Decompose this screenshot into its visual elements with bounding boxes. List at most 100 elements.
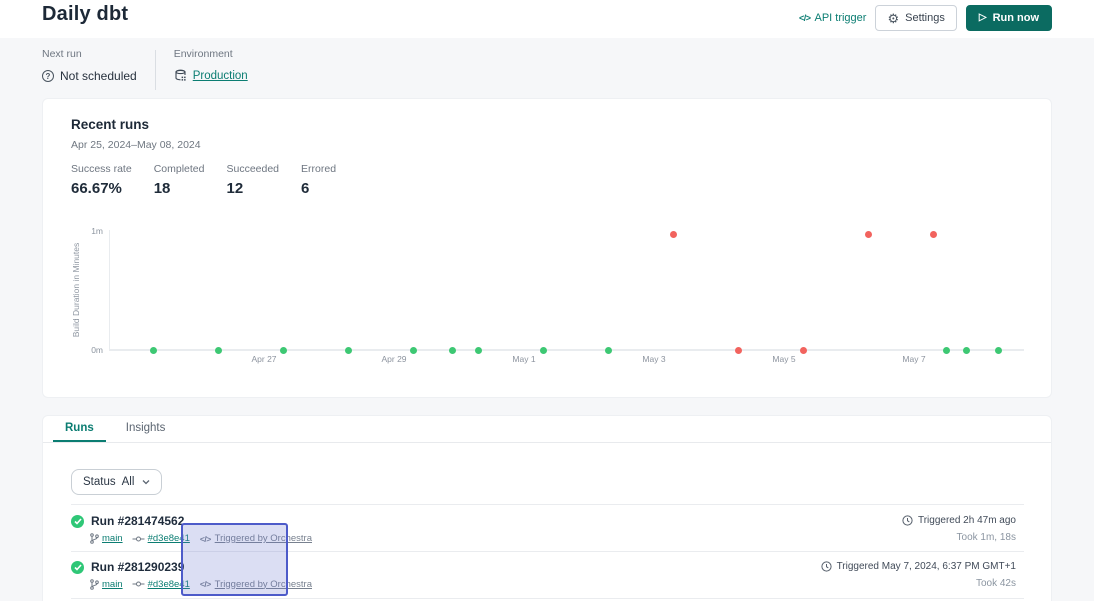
chevron-down-icon [142,479,150,485]
commit-link[interactable]: #d3e8e41 [148,579,190,590]
git-branch-icon [89,533,99,544]
trigger-source-link[interactable]: Triggered by Orchestra [215,533,312,544]
next-run-text: Not scheduled [60,69,137,83]
settings-button[interactable]: ⚙ Settings [875,5,956,31]
trigger-source: </> Triggered by Orchestra [200,579,312,590]
x-tick-label: Apr 27 [251,354,276,364]
run-row-right: Triggered 2h 47m ago Took 1m, 18s [902,514,1024,551]
git-commit-icon [132,535,145,543]
code-icon: </> [799,13,811,23]
x-tick-label: May 7 [902,354,925,364]
succeeded-run-dot[interactable] [215,347,222,354]
commit-link[interactable]: #d3e8e41 [148,533,190,544]
environment-value: Production [174,69,248,82]
succeeded-run-dot[interactable] [540,347,547,354]
gear-icon: ⚙ [887,12,899,25]
x-tick-label: May 3 [642,354,665,364]
status-filter-label: Status [83,476,116,488]
next-run-block: Next run ? Not scheduled [42,48,137,90]
errored-run-dot[interactable] [735,347,742,354]
success-check-icon [71,561,84,574]
run-subrow: main #d3e8e41 </> Triggered by Orchestra [89,533,312,544]
run-row[interactable]: Run #281290239 main #d3e8e41 [71,552,1024,600]
code-icon: </> [200,534,211,544]
status-filter-value: All [122,476,135,488]
tab-bar: Runs Insights [43,416,1051,443]
errored-run-dot[interactable] [670,231,677,238]
environment-label: Environment [174,48,248,60]
branch-item: main [89,533,123,544]
succeeded-run-dot[interactable] [280,347,287,354]
x-tick-label: Apr 29 [381,354,406,364]
play-icon: ▷ [979,13,987,23]
environment-link[interactable]: Production [193,70,248,82]
run-now-button[interactable]: ▷ Run now [966,5,1052,31]
triggered-time: Triggered May 7, 2024, 6:37 PM GMT+1 [821,561,1016,572]
succeeded-run-dot[interactable] [410,347,417,354]
triggered-text: Triggered May 7, 2024, 6:37 PM GMT+1 [837,561,1016,572]
recent-runs-card: Recent runs Apr 25, 2024–May 08, 2024 Su… [42,98,1052,398]
run-row-main: Run #281290239 main #d3e8e41 [91,560,312,599]
branch-item: main [89,579,123,590]
commit-item: #d3e8e41 [132,533,190,544]
git-branch-icon [89,579,99,590]
tab-runs[interactable]: Runs [53,416,106,442]
errored-run-dot[interactable] [865,231,872,238]
trigger-source-link[interactable]: Triggered by Orchestra [215,579,312,590]
run-row[interactable]: Run #281474562 main #d3e8e41 [71,504,1024,552]
errored-run-dot[interactable] [800,347,807,354]
x-axis-line [109,349,1024,351]
duration-text: Took 42s [976,578,1016,589]
triggered-time: Triggered 2h 47m ago [902,515,1016,526]
errored-run-dot[interactable] [930,231,937,238]
succeeded-run-dot[interactable] [605,347,612,354]
run-row-left: Run #281290239 main #d3e8e41 [71,560,312,599]
succeeded-run-dot[interactable] [449,347,456,354]
triggered-text: Triggered 2h 47m ago [918,515,1016,526]
y-tick-1m: 1m [85,226,103,236]
branch-link[interactable]: main [102,579,123,590]
run-title: Run #281290239 [91,560,312,574]
api-trigger-link[interactable]: </> API trigger [799,12,866,24]
status-filter-dropdown[interactable]: Status All [71,469,162,495]
x-tick-label: May 5 [772,354,795,364]
run-row-right: Triggered May 7, 2024, 6:37 PM GMT+1 Too… [821,560,1024,599]
job-meta: Next run ? Not scheduled Environment Pro… [42,48,248,90]
succeeded-run-dot[interactable] [943,347,950,354]
next-run-value: ? Not scheduled [42,69,137,83]
run-title: Run #281474562 [91,514,312,528]
success-check-icon [71,515,84,528]
run-row-left: Run #281474562 main #d3e8e41 [71,514,312,551]
trigger-source: </> Triggered by Orchestra [200,533,312,544]
page-title: Daily dbt [42,3,128,26]
tab-insights[interactable]: Insights [114,416,178,442]
clock-icon [902,515,913,526]
runs-card: Runs Insights Status All Run #281474562 [42,415,1052,601]
y-axis-title: Build Duration in Minutes [71,243,81,338]
succeeded-run-dot[interactable] [345,347,352,354]
succeeded-run-dot[interactable] [963,347,970,354]
x-tick-label: May 1 [512,354,535,364]
scatter-plot: Build Duration in Minutes 1m 0m Apr 27 Ap… [43,99,1051,397]
database-icon [174,69,187,82]
next-run-label: Next run [42,48,137,60]
question-circle-icon: ? [42,70,54,82]
code-icon: </> [200,579,211,589]
clock-icon [821,561,832,572]
git-commit-icon [132,580,145,588]
y-tick-0m: 0m [85,345,103,355]
meta-divider [155,50,156,90]
settings-label: Settings [905,12,945,24]
environment-block: Environment Production [174,48,248,90]
header-actions: </> API trigger ⚙ Settings ▷ Run now [799,5,1052,31]
branch-link[interactable]: main [102,533,123,544]
api-trigger-label: API trigger [814,12,866,24]
succeeded-run-dot[interactable] [995,347,1002,354]
runs-list: Run #281474562 main #d3e8e41 [71,504,1024,599]
succeeded-run-dot[interactable] [475,347,482,354]
run-subrow: main #d3e8e41 </> Triggered by Orchestra [89,579,312,590]
run-now-label: Run now [993,12,1039,24]
succeeded-run-dot[interactable] [150,347,157,354]
page-header: Daily dbt </> API trigger ⚙ Settings ▷ R… [0,0,1094,38]
y-axis-line [109,230,110,350]
